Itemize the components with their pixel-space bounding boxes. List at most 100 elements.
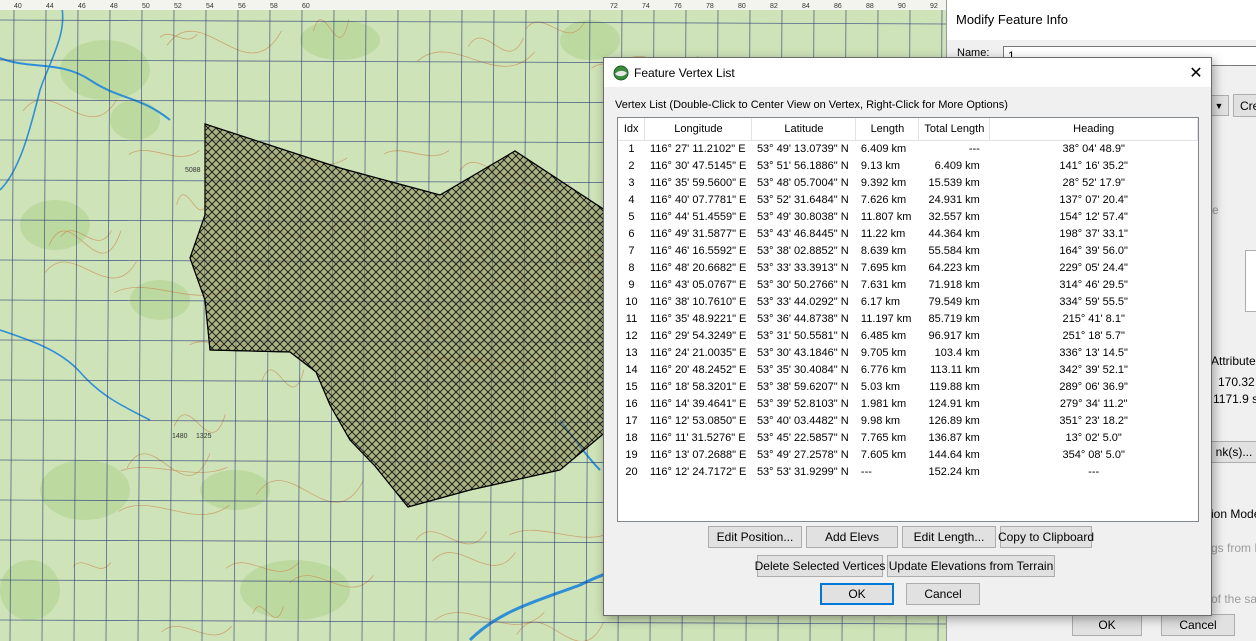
parent-cancel-button[interactable]: Cancel xyxy=(1161,614,1235,636)
delete-selected-vertices-button[interactable]: Delete Selected Vertices xyxy=(755,555,885,577)
app-globe-icon xyxy=(613,65,629,81)
column-header-length[interactable]: Length xyxy=(855,118,920,141)
grid-number: 50 xyxy=(142,3,150,10)
cell-total-length: 136.87 km xyxy=(928,431,980,444)
table-row[interactable]: 16 116° 14' 39.4641" E 53° 39' 52.8103" N 1… xyxy=(618,395,1198,412)
add-elevs-button[interactable]: Add Elevs xyxy=(806,526,898,548)
table-row[interactable]: 11 116° 35' 48.9221" E 53° 36' 44.8738" N 1… xyxy=(618,310,1198,327)
table-row[interactable]: 4 116° 40' 07.7781" E 53° 52' 31.6484" N 7.… xyxy=(618,191,1198,208)
feature-vertex-list-dialog: Feature Vertex List ✕ Vertex List (Doubl… xyxy=(603,57,1212,616)
cell-idx: 10 xyxy=(625,295,638,308)
table-row[interactable]: 3 116° 35' 59.5600" E 53° 48' 05.7004" N 9.… xyxy=(618,174,1198,191)
cell-heading: 13° 02' 5.0" xyxy=(1065,431,1122,444)
dropdown-button[interactable]: ▼ xyxy=(1209,95,1229,116)
cell-latitude: 53° 45' 22.5857" N xyxy=(756,431,849,444)
cell-heading: 198° 37' 33.1" xyxy=(1059,227,1128,240)
parent-ok-button[interactable]: OK xyxy=(1072,614,1142,636)
grid-number: 88 xyxy=(866,3,874,10)
table-row[interactable]: 17 116° 12' 53.0850" E 53° 40' 03.4482" N 9… xyxy=(618,412,1198,429)
table-row[interactable]: 5 116° 44' 51.4559" E 53° 49' 30.8038" N 11… xyxy=(618,208,1198,225)
column-header-longitude[interactable]: Longitude xyxy=(644,118,753,141)
table-row[interactable]: 10 116° 38' 10.7610" E 53° 33' 44.0292" N 6… xyxy=(618,293,1198,310)
cell-longitude: 116° 20' 48.2452" E xyxy=(649,363,747,376)
grid-number: 40 xyxy=(14,3,22,10)
table-row[interactable]: 8 116° 48' 20.6682" E 53° 33' 33.3913" N 7.… xyxy=(618,259,1198,276)
table-row[interactable]: 18 116° 11' 31.5276" E 53° 45' 22.5857" N 7… xyxy=(618,429,1198,446)
grid-number: 82 xyxy=(770,3,778,10)
cell-latitude: 53° 38' 59.6207" N xyxy=(756,380,849,393)
edit-position-button[interactable]: Edit Position... xyxy=(708,526,802,548)
grid-number: 48 xyxy=(110,3,118,10)
cell-heading: 354° 08' 5.0" xyxy=(1062,448,1125,461)
column-header-heading[interactable]: Heading xyxy=(989,118,1198,141)
cell-longitude: 116° 11' 31.5276" E xyxy=(649,431,746,444)
table-row[interactable]: 14 116° 20' 48.2452" E 53° 35' 30.4084" N 6… xyxy=(618,361,1198,378)
cell-latitude: 53° 33' 44.0292" N xyxy=(756,295,849,308)
column-header-total-length[interactable]: Total Length xyxy=(918,118,991,141)
cell-length: 11.22 km xyxy=(860,227,906,240)
cell-length: 11.807 km xyxy=(860,210,912,223)
copy-to-clipboard-button[interactable]: Copy to Clipboard xyxy=(998,526,1094,548)
cell-latitude: 53° 51' 56.1886" N xyxy=(756,159,849,172)
cancel-button[interactable]: Cancel xyxy=(906,583,980,605)
cell-heading: 314° 46' 29.5" xyxy=(1059,278,1128,291)
table-row[interactable]: 7 116° 46' 16.5592" E 53° 38' 02.8852" N 8.… xyxy=(618,242,1198,259)
column-header-idx[interactable]: Idx xyxy=(618,118,646,141)
cell-heading: 164° 39' 56.0" xyxy=(1059,244,1128,257)
cell-idx: 11 xyxy=(625,312,638,325)
table-row[interactable]: 20 116° 12' 24.7172" E 53° 53' 31.9299" N-… xyxy=(618,463,1198,480)
grid-number: 76 xyxy=(674,3,682,10)
cell-length: 7.631 km xyxy=(860,278,907,291)
cell-latitude: 53° 43' 46.8445" N xyxy=(756,227,849,240)
grid-number: 74 xyxy=(642,3,650,10)
dialog-titlebar[interactable]: Feature Vertex List ✕ xyxy=(604,58,1211,87)
cell-length: 7.765 km xyxy=(860,431,907,444)
vertex-list[interactable]: Idx Longitude Latitude Length Total Leng… xyxy=(617,117,1199,522)
cell-latitude: 53° 49' 27.2578" N xyxy=(756,448,849,461)
update-elevations-button[interactable]: Update Elevations from Terrain xyxy=(887,555,1055,577)
column-header-latitude[interactable]: Latitude xyxy=(751,118,857,141)
table-row[interactable]: 15 116° 18' 58.3201" E 53° 38' 59.6207" N 5… xyxy=(618,378,1198,395)
grid-number: 80 xyxy=(738,3,746,10)
cell-idx: 7 xyxy=(628,244,635,257)
cell-total-length: 44.364 km xyxy=(928,227,980,240)
close-icon[interactable]: ✕ xyxy=(1181,58,1211,87)
cell-longitude: 116° 30' 47.5145" E xyxy=(649,159,747,172)
ok-button[interactable]: OK xyxy=(820,583,894,605)
cell-idx: 17 xyxy=(625,414,638,427)
edit-length-button[interactable]: Edit Length... xyxy=(902,526,996,548)
cell-idx: 2 xyxy=(628,159,635,172)
cell-heading: 336° 13' 14.5" xyxy=(1059,346,1128,359)
gray-label-2: of the san xyxy=(1211,592,1256,606)
cell-length: 11.197 km xyxy=(860,312,912,325)
cell-latitude: 53° 48' 05.7004" N xyxy=(756,176,849,189)
cell-idx: 20 xyxy=(625,465,638,478)
table-row[interactable]: 2 116° 30' 47.5145" E 53° 51' 56.1886" N 9.… xyxy=(618,157,1198,174)
cell-latitude: 53° 39' 52.8103" N xyxy=(756,397,849,410)
cell-latitude: 53° 53' 31.9299" N xyxy=(756,465,849,478)
table-row[interactable]: 1 116° 27' 11.2102" E 53° 49' 13.0739" N 6.… xyxy=(618,140,1198,157)
cell-idx: 13 xyxy=(625,346,638,359)
cell-longitude: 116° 12' 53.0850" E xyxy=(649,414,747,427)
cell-longitude: 116° 44' 51.4559" E xyxy=(649,210,747,223)
cell-longitude: 116° 29' 54.3249" E xyxy=(649,329,747,342)
cell-idx: 3 xyxy=(628,176,635,189)
cell-total-length: 124.91 km xyxy=(928,397,980,410)
grid-number: 54 xyxy=(206,3,214,10)
cell-latitude: 53° 38' 02.8852" N xyxy=(756,244,849,257)
cell-heading: 279° 34' 11.2" xyxy=(1059,397,1128,410)
grid-number: 58 xyxy=(270,3,278,10)
table-row[interactable]: 12 116° 29' 54.3249" E 53° 31' 50.5581" N 6… xyxy=(618,327,1198,344)
table-row[interactable]: 6 116° 49' 31.5877" E 53° 43' 46.8445" N 11… xyxy=(618,225,1198,242)
cell-heading: 141° 16' 35.2" xyxy=(1059,159,1128,172)
cell-idx: 5 xyxy=(628,210,635,223)
grid-number: 72 xyxy=(610,3,618,10)
cell-length: 9.13 km xyxy=(860,159,901,172)
create-button[interactable]: Crea xyxy=(1233,94,1256,117)
cell-total-length: 113.11 km xyxy=(930,363,980,376)
cell-total-length: 6.409 km xyxy=(934,159,980,172)
table-row[interactable]: 19 116° 13' 07.2688" E 53° 49' 27.2578" N 7… xyxy=(618,446,1198,463)
link-button[interactable]: nk(s)... xyxy=(1209,441,1256,463)
table-row[interactable]: 13 116° 24' 21.0035" E 53° 30' 43.1846" N 9… xyxy=(618,344,1198,361)
table-row[interactable]: 9 116° 43' 05.0767" E 53° 30' 50.2766" N 7.… xyxy=(618,276,1198,293)
